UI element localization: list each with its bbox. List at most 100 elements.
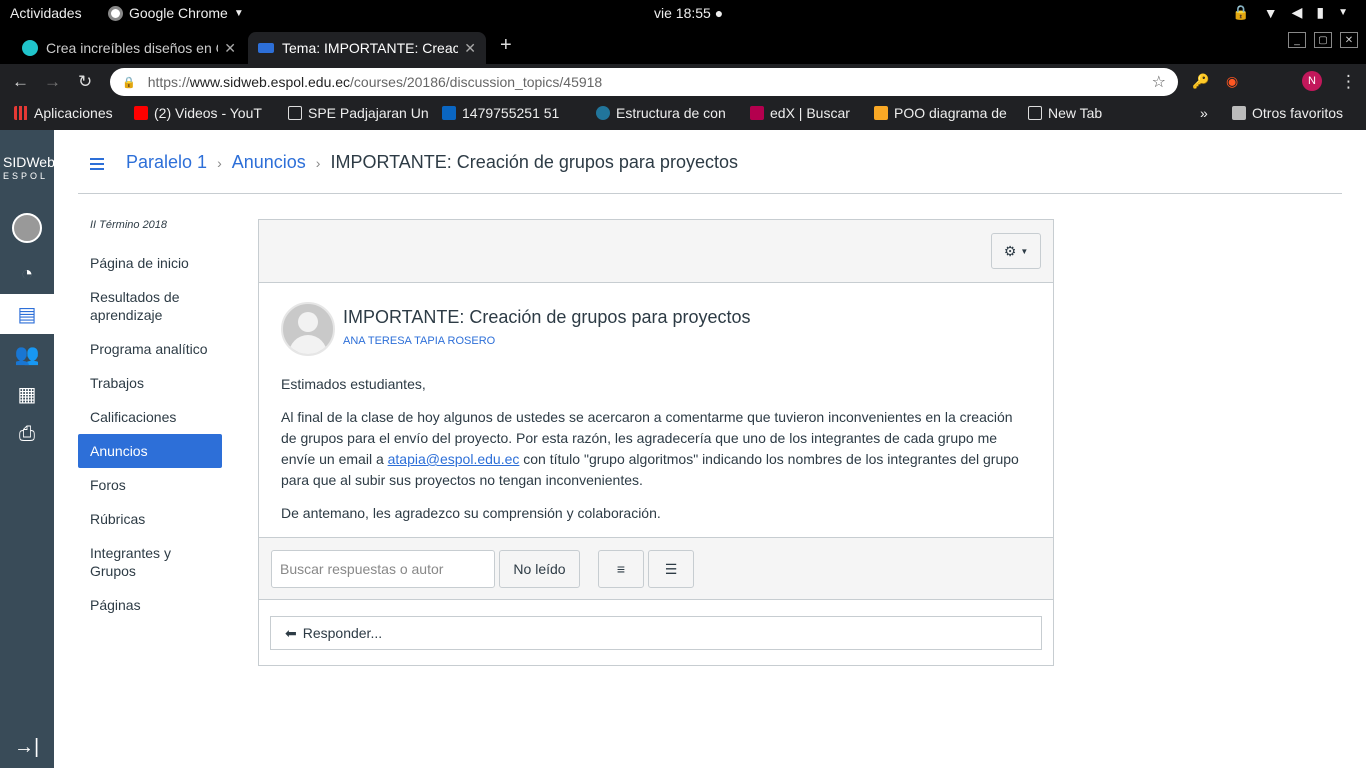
collapse-threads-button[interactable]: ☰ bbox=[648, 550, 694, 588]
course-nav-item-syllabus[interactable]: Programa analítico bbox=[78, 332, 222, 366]
address-bar[interactable]: 🔒 https://www.sidweb.espol.edu.ec/course… bbox=[110, 68, 1178, 96]
close-icon[interactable]: ✕ bbox=[1340, 32, 1358, 48]
canva-icon bbox=[22, 40, 38, 56]
bookmark-other-folder[interactable]: Otros favoritos bbox=[1232, 105, 1343, 121]
chevron-down-icon: ▼ bbox=[1338, 7, 1348, 18]
tab-sidweb[interactable]: Tema: IMPORTANTE: Creac ✕ bbox=[248, 32, 486, 64]
bookmark-newtab[interactable]: New Tab bbox=[1028, 105, 1102, 121]
new-tab-button[interactable]: + bbox=[500, 34, 512, 57]
reply-area: ⬅ Responder... bbox=[259, 600, 1053, 664]
system-tray[interactable]: 🔒 ▼ ◀ ▮ ▼ bbox=[1232, 4, 1348, 21]
user-avatar-icon bbox=[12, 213, 42, 243]
bookmark-label: 1479755251 51 bbox=[462, 105, 560, 121]
system-top-bar: Actividades Google Chrome ▼ vie 18:55 ● … bbox=[0, 0, 1366, 28]
bookmark-wordpress[interactable]: Estructura de con bbox=[596, 105, 726, 121]
bookmark-label: (2) Videos - YouT bbox=[154, 105, 262, 121]
dashboard-gauge-icon: ◔ bbox=[20, 262, 34, 285]
page-icon bbox=[1028, 106, 1042, 120]
sidweb-icon bbox=[258, 43, 274, 53]
course-nav-item-discussions[interactable]: Foros bbox=[78, 468, 222, 502]
course-nav-item-announcements[interactable]: Anuncios bbox=[78, 434, 222, 468]
courses-nav-button[interactable]: ▤ bbox=[0, 294, 54, 334]
tab-canva[interactable]: Crea increíbles diseños en C ✕ bbox=[12, 32, 246, 64]
clock[interactable]: vie 18:55 ● bbox=[654, 5, 723, 21]
collapse-icon: ☰ bbox=[664, 560, 678, 577]
dashboard-nav-button[interactable]: ◔ bbox=[0, 254, 54, 294]
clock-text: vie 18:55 bbox=[654, 5, 711, 21]
reply-arrow-icon: ⬅ bbox=[285, 624, 297, 641]
course-nav-item-grades[interactable]: Calificaciones bbox=[78, 400, 222, 434]
bookmark-spe[interactable]: SPE Padjajaran Un bbox=[288, 105, 429, 121]
menu-kebab-icon[interactable]: ⋮ bbox=[1340, 72, 1357, 92]
reload-button[interactable]: ↻ bbox=[78, 72, 92, 92]
bookmark-edx[interactable]: edX | Buscar bbox=[750, 105, 850, 121]
course-nav-item-people[interactable]: Integrantes y Grupos bbox=[78, 536, 222, 588]
course-nav-item-home[interactable]: Página de inicio bbox=[78, 246, 222, 280]
sidweb-logo[interactable]: SIDWeb ESPOL bbox=[3, 155, 55, 182]
close-icon[interactable]: ✕ bbox=[464, 40, 476, 57]
back-button[interactable]: ← bbox=[12, 72, 29, 92]
forward-button[interactable]: → bbox=[44, 72, 61, 92]
hamburger-menu-icon[interactable] bbox=[90, 158, 104, 173]
course-nav: Página de inicio Resultados de aprendiza… bbox=[78, 246, 222, 622]
breadcrumb-current: IMPORTANTE: Creación de grupos para proy… bbox=[330, 152, 738, 172]
breadcrumb: Paralelo 1 › Anuncios › IMPORTANTE: Crea… bbox=[126, 152, 738, 173]
inbox-icon: ⎙ bbox=[19, 422, 35, 445]
activities-button[interactable]: Actividades bbox=[10, 5, 82, 21]
settings-menu-button[interactable]: ⚙ ▼ bbox=[991, 233, 1041, 269]
brand-line2: ESPOL bbox=[3, 171, 49, 181]
search-replies-input[interactable]: Buscar respuestas o autor bbox=[271, 550, 495, 588]
course-nav-item-rubrics[interactable]: Rúbricas bbox=[78, 502, 222, 536]
course-nav-item-assignments[interactable]: Trabajos bbox=[78, 366, 222, 400]
bookmark-linkedin[interactable]: 1479755251 51 bbox=[442, 105, 559, 121]
breadcrumb-section[interactable]: Anuncios bbox=[232, 152, 306, 173]
breadcrumb-course[interactable]: Paralelo 1 bbox=[126, 152, 207, 173]
account-nav-button[interactable] bbox=[0, 208, 54, 248]
author-avatar[interactable] bbox=[281, 302, 335, 356]
reply-button[interactable]: ⬅ Responder... bbox=[270, 616, 1042, 650]
app-menu[interactable]: Google Chrome ▼ bbox=[108, 5, 244, 21]
edx-icon bbox=[750, 106, 764, 120]
post-paragraph: Al final de la clase de hoy algunos de u… bbox=[281, 407, 1021, 491]
extension-icon[interactable]: ◉ bbox=[1226, 73, 1238, 90]
calendar-nav-button[interactable]: ▦ bbox=[0, 374, 54, 414]
expand-icon: ≡ bbox=[616, 561, 626, 577]
volume-icon: ◀ bbox=[1291, 4, 1303, 20]
bookmark-youtube[interactable]: (2) Videos - YouT bbox=[134, 105, 262, 121]
more-bookmarks-chevron-icon[interactable]: » bbox=[1200, 105, 1208, 121]
post-title: IMPORTANTE: Creación de grupos para proy… bbox=[343, 307, 751, 327]
gear-icon: ⚙ bbox=[1003, 242, 1017, 259]
unread-filter-button[interactable]: No leído bbox=[499, 550, 580, 588]
post-author[interactable]: ANA TERESA TAPIA ROSERO bbox=[343, 335, 495, 347]
diagram-icon bbox=[874, 106, 888, 120]
star-icon[interactable]: ☆ bbox=[1152, 72, 1166, 92]
wordpress-icon bbox=[596, 106, 610, 120]
youtube-icon bbox=[134, 106, 148, 120]
lock-icon: 🔒 bbox=[122, 76, 136, 89]
wifi-icon: ▼ bbox=[1263, 4, 1278, 21]
post-closing: De antemano, les agradezco su comprensió… bbox=[281, 505, 661, 521]
key-extension-icon[interactable]: 🔑 bbox=[1192, 73, 1209, 90]
chrome-icon bbox=[108, 5, 123, 21]
maximize-icon[interactable]: ▢ bbox=[1314, 32, 1332, 48]
panel-header: ⚙ ▼ bbox=[259, 220, 1053, 283]
collapse-nav-icon[interactable]: →| bbox=[14, 736, 39, 759]
email-link[interactable]: atapia@espol.edu.ec bbox=[388, 451, 520, 467]
groups-nav-button[interactable]: 👥 bbox=[0, 334, 54, 374]
chevron-right-icon: › bbox=[217, 154, 222, 171]
tab-title: Crea increíbles diseños en C bbox=[46, 40, 219, 56]
lock-icon: 🔒 bbox=[1232, 4, 1250, 20]
calendar-icon: ▦ bbox=[17, 383, 37, 406]
course-nav-item-pages[interactable]: Páginas bbox=[78, 588, 222, 622]
close-icon[interactable]: ✕ bbox=[224, 40, 236, 57]
expand-threads-button[interactable]: ≡ bbox=[598, 550, 644, 588]
bookmark-apps[interactable]: Aplicaciones bbox=[14, 105, 113, 121]
app-name: Google Chrome bbox=[129, 5, 228, 21]
minimize-icon[interactable]: _ bbox=[1288, 32, 1306, 48]
divider bbox=[78, 193, 1342, 194]
folder-icon bbox=[1232, 106, 1246, 120]
bookmark-poo[interactable]: POO diagrama de bbox=[874, 105, 1007, 121]
inbox-nav-button[interactable]: ⎙ bbox=[0, 414, 54, 454]
profile-avatar[interactable]: N bbox=[1302, 71, 1322, 91]
course-nav-item-outcomes[interactable]: Resultados de aprendizaje bbox=[78, 280, 222, 332]
